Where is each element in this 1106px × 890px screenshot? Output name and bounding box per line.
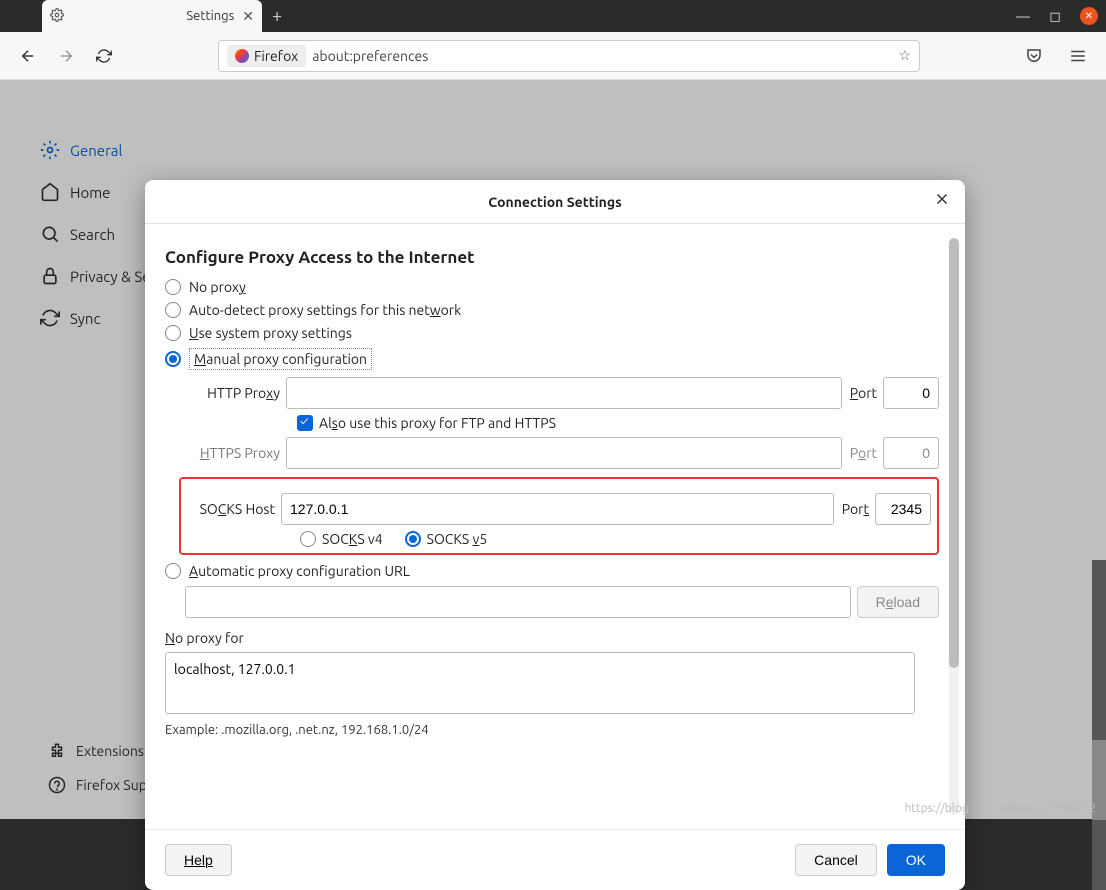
radio-icon[interactable] xyxy=(165,563,181,579)
radio-label: SOCKS v4 xyxy=(322,531,383,547)
menu-icon[interactable] xyxy=(1064,42,1092,70)
radio-auto-detect[interactable]: Auto-detect proxy settings for this netw… xyxy=(165,302,939,318)
no-proxy-for-section: No proxy for Example: .mozilla.org, .net… xyxy=(165,630,939,737)
also-use-label: Also use this proxy for FTP and HTTPS xyxy=(319,415,556,431)
connection-settings-dialog: Connection Settings Configure Proxy Acce… xyxy=(145,180,965,890)
maximize-icon[interactable]: ◻ xyxy=(1048,9,1062,23)
radio-socks-v4[interactable]: SOCKS v4 xyxy=(300,531,383,547)
browser-toolbar: Firefox about:preferences ☆ xyxy=(0,32,1106,80)
radio-label: Manual proxy configuration xyxy=(189,348,372,370)
port-label: Port xyxy=(842,501,869,517)
radio-label: Use system proxy settings xyxy=(189,325,352,341)
pocket-icon[interactable] xyxy=(1020,42,1048,70)
checkbox-icon[interactable] xyxy=(297,415,313,431)
dialog-title: Connection Settings xyxy=(488,194,621,210)
window-titlebar: Settings ✕ + — ◻ ✕ xyxy=(0,0,1106,32)
radio-label: Auto-detect proxy settings for this netw… xyxy=(189,302,461,318)
scrollbar-thumb[interactable] xyxy=(949,238,959,668)
example-text: Example: .mozilla.org, .net.nz, 192.168.… xyxy=(165,723,939,737)
socks-host-input[interactable] xyxy=(281,493,834,525)
https-port-input xyxy=(883,437,939,469)
socks-highlight: SOCKS Host Port SOCKS v4 SOCKS v5 xyxy=(179,477,939,555)
no-proxy-for-input[interactable] xyxy=(165,652,915,714)
https-proxy-input xyxy=(286,437,842,469)
back-button[interactable] xyxy=(14,42,42,70)
radio-system-proxy[interactable]: Use system proxy settings xyxy=(165,325,939,341)
radio-icon[interactable] xyxy=(165,302,181,318)
https-proxy-label: HTTPS Proxy xyxy=(185,445,280,461)
dialog-close-icon[interactable] xyxy=(933,190,951,211)
dialog-body: Configure Proxy Access to the Internet N… xyxy=(145,224,965,829)
minimize-icon[interactable]: — xyxy=(1016,9,1030,23)
socks-port-input[interactable] xyxy=(875,493,931,525)
http-port-input[interactable] xyxy=(883,377,939,409)
http-proxy-row: HTTP Proxy Port xyxy=(185,377,939,409)
radio-label: Automatic proxy configuration URL xyxy=(189,563,410,579)
url-text: about:preferences xyxy=(312,48,428,64)
radio-icon[interactable] xyxy=(165,351,181,367)
radio-icon[interactable] xyxy=(165,325,181,341)
no-proxy-for-label: No proxy for xyxy=(165,630,939,646)
radio-icon[interactable] xyxy=(405,531,421,547)
browser-tab[interactable]: Settings ✕ xyxy=(42,0,262,32)
url-bar[interactable]: Firefox about:preferences ☆ xyxy=(218,40,920,72)
preferences-page: General Home Search Privacy & Security S… xyxy=(0,80,1106,819)
new-tab-button[interactable]: + xyxy=(272,6,282,26)
window-close-icon[interactable]: ✕ xyxy=(1080,7,1098,25)
https-proxy-row: HTTPS Proxy Port xyxy=(185,437,939,469)
pac-url-row: Reload xyxy=(185,586,939,618)
identity-label: Firefox xyxy=(254,48,298,64)
ok-button[interactable]: OK xyxy=(887,844,945,876)
reload-button[interactable] xyxy=(90,42,118,70)
reload-button: Reload xyxy=(857,586,939,618)
radio-manual-proxy[interactable]: Manual proxy configuration xyxy=(165,348,939,370)
page-scrollbar[interactable] xyxy=(1092,560,1106,890)
radio-label: SOCKS v5 xyxy=(427,531,488,547)
dialog-header: Connection Settings xyxy=(145,180,965,224)
section-title: Configure Proxy Access to the Internet xyxy=(165,248,939,267)
dialog-footer: Help Cancel OK xyxy=(145,829,965,890)
socks-host-label: SOCKS Host xyxy=(187,501,275,517)
radio-icon[interactable] xyxy=(165,279,181,295)
forward-button[interactable] xyxy=(52,42,80,70)
bookmark-star-icon[interactable]: ☆ xyxy=(898,47,911,64)
socks-version-row: SOCKS v4 SOCKS v5 xyxy=(300,531,931,547)
radio-icon[interactable] xyxy=(300,531,316,547)
also-use-row[interactable]: Also use this proxy for FTP and HTTPS xyxy=(297,415,939,431)
identity-box[interactable]: Firefox xyxy=(227,45,306,67)
port-label: Port xyxy=(850,445,877,461)
tab-title: Settings xyxy=(72,9,234,23)
close-tab-icon[interactable]: ✕ xyxy=(242,8,254,25)
radio-pac[interactable]: Automatic proxy configuration URL xyxy=(165,563,939,579)
firefox-icon xyxy=(235,49,249,63)
cancel-button[interactable]: Cancel xyxy=(795,844,877,876)
radio-no-proxy[interactable]: No proxy xyxy=(165,279,939,295)
watermark: https://blog.csdn.net/qq_45595732 xyxy=(904,802,1096,815)
pac-url-input[interactable] xyxy=(185,586,851,618)
radio-socks-v5[interactable]: SOCKS v5 xyxy=(405,531,488,547)
http-proxy-label: HTTP Proxy xyxy=(185,385,280,401)
port-label: Port xyxy=(850,385,877,401)
http-proxy-input[interactable] xyxy=(286,377,842,409)
radio-label: No proxy xyxy=(189,279,246,295)
gear-icon xyxy=(50,8,64,25)
socks-host-row: SOCKS Host Port xyxy=(187,493,931,525)
help-button[interactable]: Help xyxy=(165,844,232,876)
